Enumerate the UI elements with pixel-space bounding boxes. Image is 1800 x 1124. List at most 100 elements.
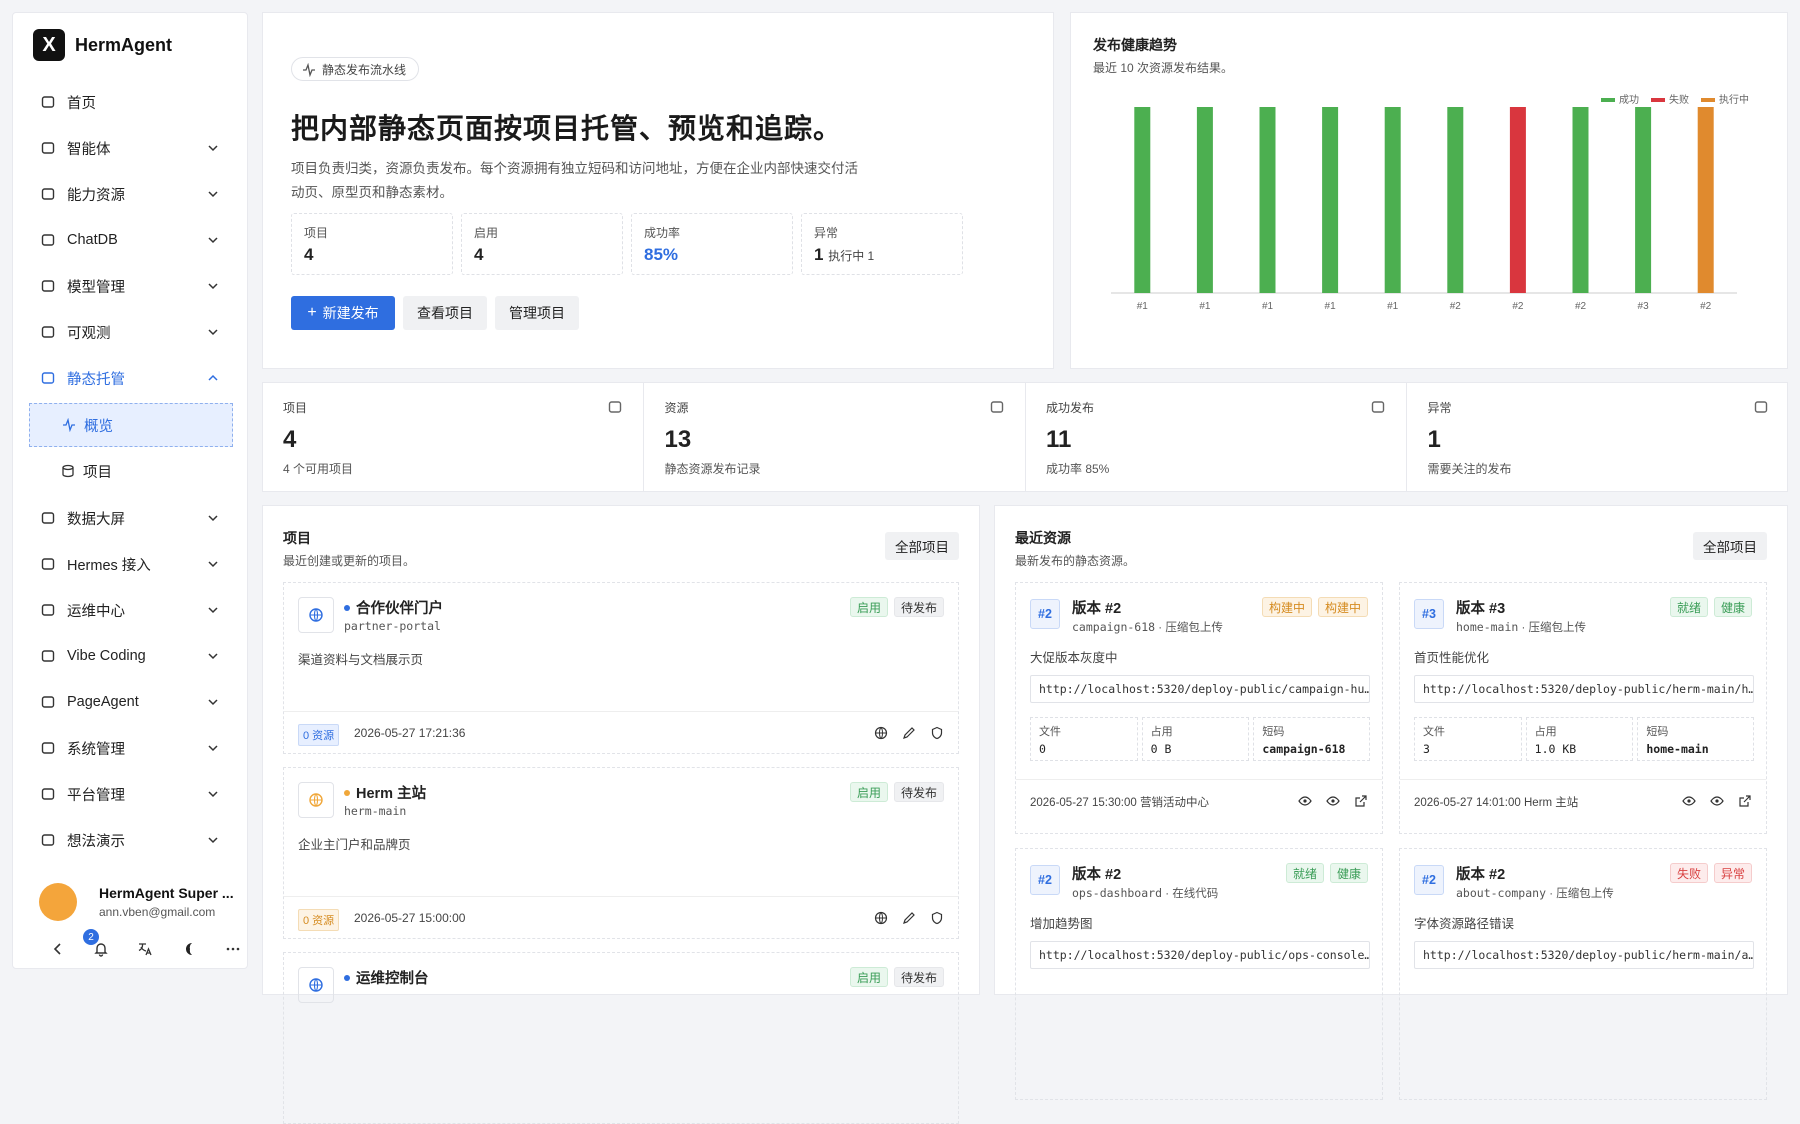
sidebar-item[interactable]: 静态托管 [29,355,233,401]
bar[interactable] [1196,107,1213,293]
bar[interactable] [1322,107,1339,293]
bar[interactable] [1572,107,1589,293]
notification-count: 2 [83,929,99,945]
avatar[interactable] [39,883,77,921]
translate-icon[interactable] [137,941,153,960]
sidebar-item[interactable]: 首页 [29,79,233,125]
bell-icon[interactable] [93,941,109,960]
sidebar-item[interactable]: PageAgent [29,679,233,725]
preview-icon[interactable] [1710,794,1724,811]
globe-icon [298,782,334,818]
resource-url[interactable]: http://localhost:5320/deploy-public/camp… [1030,675,1370,703]
sidebar-item[interactable]: 智能体 [29,125,233,171]
sidebar-subitem[interactable]: 概览 [29,403,233,447]
bar[interactable] [1447,107,1464,293]
moon-icon[interactable] [181,941,197,960]
globe-icon[interactable] [874,911,888,928]
globe-icon[interactable] [874,726,888,743]
resource-url[interactable]: http://localhost:5320/deploy-public/ops-… [1030,941,1370,969]
bar[interactable] [1259,107,1276,293]
stat-sub: 成功率 85% [1046,462,1110,476]
legend-label: 成功 [1619,94,1639,106]
sidebar-item[interactable]: Hermes 接入 [29,541,233,587]
logo-icon: X [33,29,65,61]
terminal-icon [39,601,57,619]
preview-icon[interactable] [1326,794,1340,811]
health-chart: #1 #1 #1 #1 #1 #2 #2 #2 #3 #2 成功 失败 执行中 [1111,93,1749,312]
new-release-button[interactable]: + 新建发布 [291,296,395,330]
manage-projects-button[interactable]: 管理项目 [495,296,579,330]
chevron-down-icon [205,186,221,202]
all-projects-button[interactable]: 全部项目 [885,532,959,560]
sidebar-item[interactable]: 可观测 [29,309,233,355]
edit-icon[interactable] [902,911,916,928]
eye-icon[interactable] [1298,794,1312,811]
resource-card[interactable]: #2 版本 #2 campaign-618 · 压缩包上传 构建中 构建中 大促版本灰度中… [1015,582,1383,834]
project-date: 2026-05-27 15:00:00 [354,911,466,925]
external-link-icon[interactable] [1738,794,1752,811]
resource-card[interactable]: #3 版本 #3 home-main · 压缩包上传 就绪 健康 首页性能优化 http:/… [1399,582,1767,834]
project-date: 2026-05-27 17:21:36 [354,726,466,740]
all-resources-button[interactable]: 全部项目 [1693,532,1767,560]
project-card[interactable]: Herm 主站 herm-main 启用 待发布 企业主门户和品牌页 0 资源 2026-0… [283,767,959,939]
alert-icon [1753,399,1769,418]
bar[interactable] [1697,107,1714,293]
stat-value: 1 [1427,426,1441,453]
upload-mode: 在线代码 [1172,888,1219,900]
resource-desc: 字体资源路径错误 [1414,917,1515,931]
sidebar-item[interactable]: 数据大屏 [29,495,233,541]
sidebar-item[interactable]: 系统管理 [29,725,233,771]
resource-actions [1298,794,1368,811]
robot-icon [39,139,57,157]
code-stat: 短码 home-main [1637,717,1754,761]
bar[interactable] [1509,107,1526,293]
collapse-icon[interactable] [51,942,65,959]
sidebar-item-label: 平台管理 [67,787,125,804]
view-projects-button[interactable]: 查看项目 [403,296,487,330]
shield-icon[interactable] [930,726,944,743]
project-card[interactable]: 运维控制台 启用 待发布 [283,952,959,1124]
sidebar-item-label: 静态托管 [67,371,125,388]
chevron-down-icon [205,278,221,294]
legend-swatch [1601,98,1615,102]
resource-url[interactable]: http://localhost:5320/deploy-public/herm… [1414,675,1754,703]
resource-project: Herm 主站 [1524,797,1579,809]
resource-card[interactable]: #2 版本 #2 about-company · 压缩包上传 失败 异常 字体资源路径错误… [1399,848,1767,1100]
project-desc: 企业主门户和品牌页 [298,838,411,852]
project-card[interactable]: 合作伙伴门户 partner-portal 启用 待发布 渠道资料与文档展示页 0 资源 2… [283,582,959,754]
mini-stat-value: 1 执行中 1 [814,245,950,265]
bar[interactable] [1134,107,1151,293]
sidebar-tools [51,941,241,960]
bar[interactable] [1635,107,1652,293]
resources-title: 最近资源 [1015,530,1071,546]
sidebar-subitem[interactable]: 项目 [29,449,233,493]
sidebar-item[interactable]: ChatDB [29,217,233,263]
chip-label: 静态发布流水线 [322,62,407,77]
resource-slug: ops-dashboard [1072,886,1163,900]
more-icon[interactable] [225,941,241,960]
chevron-up-icon [205,370,221,386]
database-icon [39,231,57,249]
chevron-down-icon [205,602,221,618]
brand[interactable]: X HermAgent [33,29,172,61]
mini-stat-enabled: 启用 4 [461,213,623,275]
code-value: campaign-618 [1262,742,1346,756]
sidebar-item[interactable]: 平台管理 [29,771,233,817]
sidebar-item[interactable]: 能力资源 [29,171,233,217]
bar[interactable] [1384,107,1401,293]
resource-card[interactable]: #2 版本 #2 ops-dashboard · 在线代码 就绪 健康 增加趋势图 http… [1015,848,1383,1100]
check-circle-icon [1370,399,1386,418]
shield-icon[interactable] [930,911,944,928]
external-link-icon[interactable] [1354,794,1368,811]
stat-card: 异常 1 需要关注的发布 [1408,383,1789,491]
sidebar-item[interactable]: 模型管理 [29,263,233,309]
sidebar-item[interactable]: 想法演示 [29,817,233,863]
eye-icon[interactable] [1682,794,1696,811]
resource-url[interactable]: http://localhost:5320/deploy-public/herm… [1414,941,1754,969]
status-badge: 构建中 [1261,597,1312,617]
x-tick-label: #2 [1700,301,1712,312]
mini-stat-projects: 项目 4 [291,213,453,275]
sidebar-item[interactable]: Vibe Coding [29,633,233,679]
sidebar-item[interactable]: 运维中心 [29,587,233,633]
edit-icon[interactable] [902,726,916,743]
